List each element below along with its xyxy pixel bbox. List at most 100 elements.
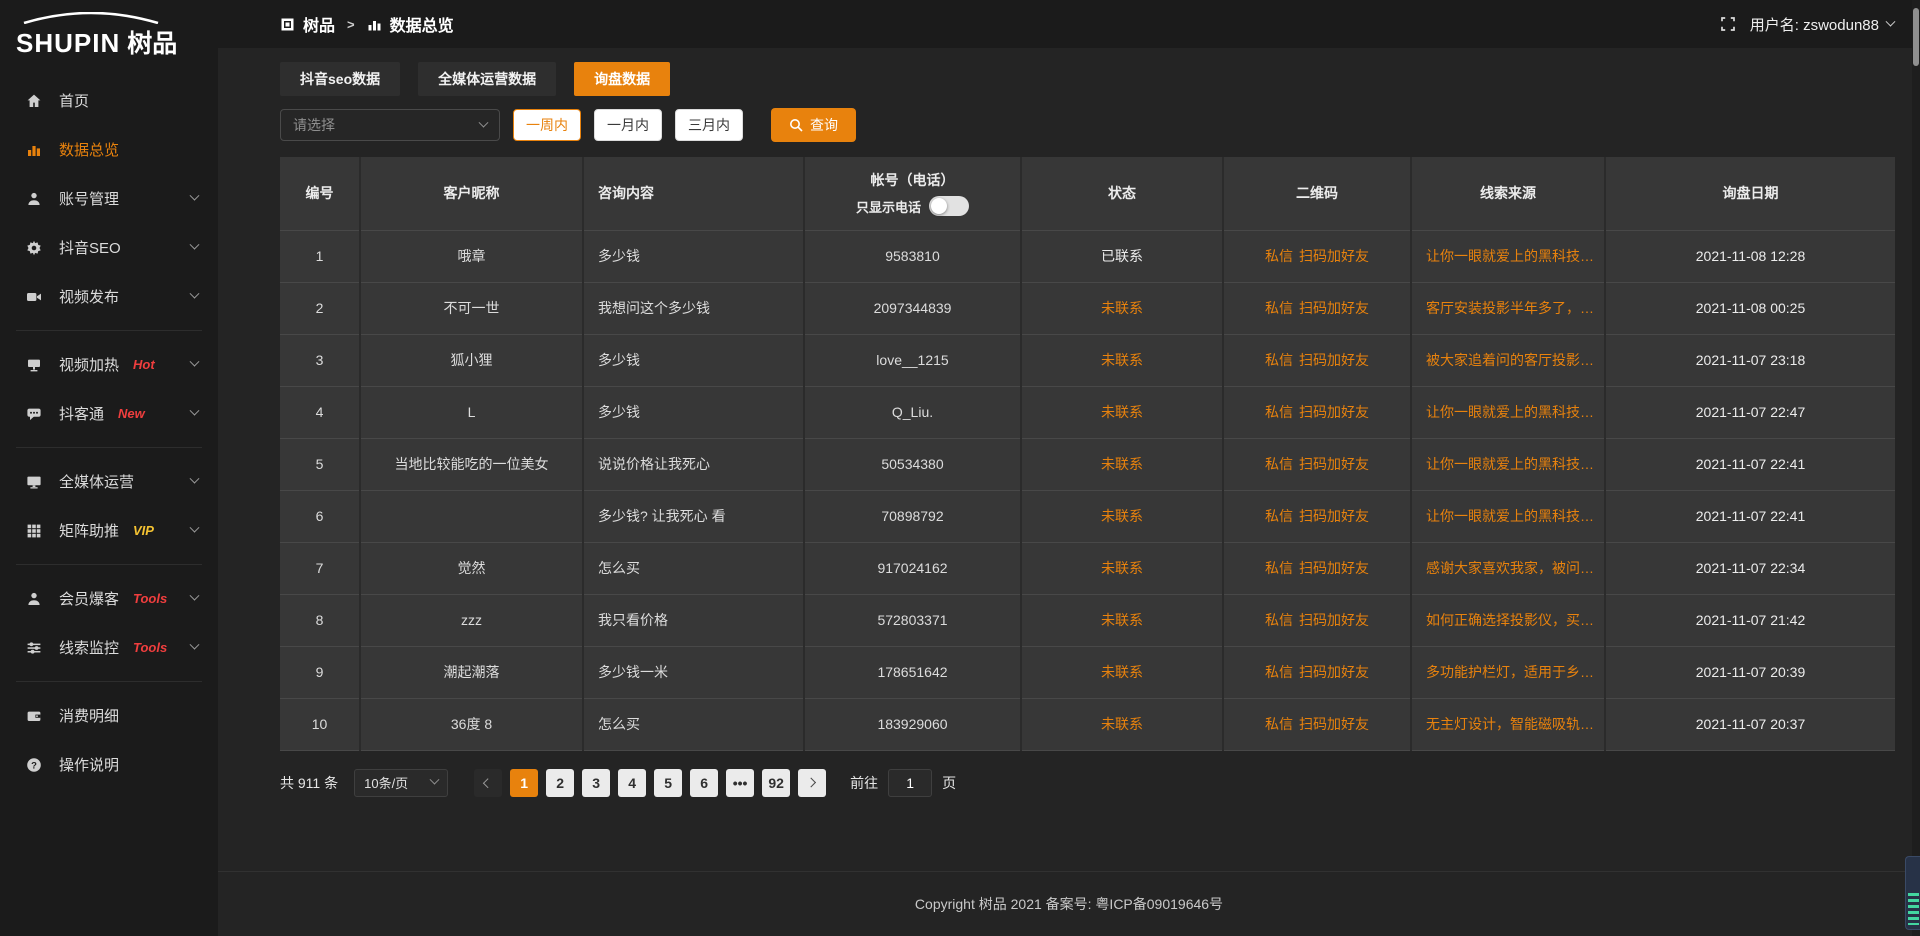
lead-source[interactable]: 让你一眼就爱上的黑科技，能... bbox=[1411, 230, 1605, 282]
qr-link[interactable]: 扫码加好友 bbox=[1299, 300, 1369, 316]
sidebar-item-home[interactable]: 首页 bbox=[0, 76, 218, 125]
qr-link[interactable]: 私信 bbox=[1265, 612, 1293, 628]
qr-link[interactable]: 扫码加好友 bbox=[1299, 716, 1369, 732]
sidebar-item-user[interactable]: 账号管理 bbox=[0, 174, 218, 223]
range-button[interactable]: 一月内 bbox=[594, 109, 662, 141]
inquiry-date: 2021-11-07 22:34 bbox=[1605, 542, 1895, 594]
video-camera-icon bbox=[26, 289, 44, 305]
status-badge: 未联系 bbox=[1021, 282, 1223, 334]
lead-source[interactable]: 无主灯设计，智能磁吸轨道灯... bbox=[1411, 698, 1605, 750]
bar-chart-icon bbox=[26, 142, 44, 158]
sidebar-item-label: 视频加热 bbox=[59, 354, 119, 375]
page-button[interactable]: 6 bbox=[690, 769, 718, 797]
qr-link[interactable]: 扫码加好友 bbox=[1299, 352, 1369, 368]
sidebar-item-video-camera[interactable]: 视频发布 bbox=[0, 272, 218, 321]
next-page-button[interactable] bbox=[798, 769, 826, 797]
query-button[interactable]: 查询 bbox=[771, 108, 856, 142]
sidebar-item-member[interactable]: 会员爆客Tools bbox=[0, 574, 218, 623]
tab-active[interactable]: 询盘数据 bbox=[574, 62, 670, 96]
qr-link[interactable]: 私信 bbox=[1265, 404, 1293, 420]
sidebar-item-gear[interactable]: 抖音SEO bbox=[0, 223, 218, 272]
qr-link[interactable]: 扫码加好友 bbox=[1299, 508, 1369, 524]
lead-source[interactable]: 客厅安装投影半年多了，真实... bbox=[1411, 282, 1605, 334]
inquiry-date: 2021-11-07 23:18 bbox=[1605, 334, 1895, 386]
sidebar-item-label: 抖客通 bbox=[59, 403, 104, 424]
range-button[interactable]: 一周内 bbox=[513, 109, 581, 141]
row-id: 3 bbox=[280, 334, 360, 386]
user-menu[interactable]: 用户名: zswodun88 bbox=[1750, 14, 1894, 35]
qr-link[interactable]: 扫码加好友 bbox=[1299, 248, 1369, 264]
floating-widget[interactable] bbox=[1905, 856, 1920, 930]
qr-actions: 私信扫码加好友 bbox=[1223, 542, 1411, 594]
table-row: 9潮起潮落多少钱一米178651642未联系私信扫码加好友多功能护栏灯，适用于乡… bbox=[280, 646, 1895, 698]
screen-cast-icon bbox=[26, 357, 44, 373]
fullscreen-icon[interactable] bbox=[1720, 16, 1736, 32]
qr-link[interactable]: 扫码加好友 bbox=[1299, 404, 1369, 420]
lead-source[interactable]: 让你一眼就爱上的黑科技，能... bbox=[1411, 490, 1605, 542]
page-button[interactable]: 1 bbox=[510, 769, 538, 797]
qr-link[interactable]: 私信 bbox=[1265, 248, 1293, 264]
lead-source[interactable]: 让你一眼就爱上的黑科技，能... bbox=[1411, 386, 1605, 438]
qr-link[interactable]: 扫码加好友 bbox=[1299, 612, 1369, 628]
qr-link[interactable]: 私信 bbox=[1265, 664, 1293, 680]
qr-link[interactable]: 扫码加好友 bbox=[1299, 560, 1369, 576]
breadcrumb-root[interactable]: 树品 bbox=[303, 12, 335, 36]
page-size-select[interactable]: 10条/页 bbox=[354, 769, 448, 797]
qr-link[interactable]: 扫码加好友 bbox=[1299, 664, 1369, 680]
sidebar-item-bar-chart[interactable]: 数据总览 bbox=[0, 125, 218, 174]
page-button[interactable]: 2 bbox=[546, 769, 574, 797]
lead-source[interactable]: 被大家追着问的客厅投影分享... bbox=[1411, 334, 1605, 386]
tab-inactive[interactable]: 抖音seo数据 bbox=[280, 62, 400, 96]
sidebar-item-monitor[interactable]: 全媒体运营 bbox=[0, 457, 218, 506]
qr-link[interactable]: 私信 bbox=[1265, 716, 1293, 732]
logo-arc bbox=[16, 12, 166, 24]
column-header-account: 帐号（电话） 只显示电话 bbox=[804, 157, 1021, 230]
inquiry-content: 怎么买 bbox=[583, 698, 804, 750]
sidebar-item-wallet[interactable]: 消费明细 bbox=[0, 691, 218, 740]
customer-nickname bbox=[360, 490, 583, 542]
sidebar-item-screen-cast[interactable]: 视频加热Hot bbox=[0, 340, 218, 389]
goto-page-input[interactable] bbox=[888, 769, 932, 797]
sidebar-item-sliders[interactable]: 线索监控Tools bbox=[0, 623, 218, 672]
qr-link[interactable]: 私信 bbox=[1265, 560, 1293, 576]
status-badge: 未联系 bbox=[1021, 646, 1223, 698]
qr-actions: 私信扫码加好友 bbox=[1223, 334, 1411, 386]
sidebar-item-chat[interactable]: 抖客通 New bbox=[0, 389, 218, 438]
user-icon bbox=[26, 191, 44, 207]
inquiry-content: 多少钱? 让我死心 看 bbox=[583, 490, 804, 542]
inquiry-table: 编号 客户昵称 咨询内容 帐号（电话） 只显示电话 状态 bbox=[280, 157, 1895, 751]
phone-only-toggle[interactable] bbox=[929, 196, 969, 216]
scrollbar-thumb[interactable] bbox=[1913, 8, 1919, 66]
column-header-source: 线索来源 bbox=[1411, 157, 1605, 230]
qr-link[interactable]: 私信 bbox=[1265, 508, 1293, 524]
lead-source[interactable]: 多功能护栏灯，适用于乡村文... bbox=[1411, 646, 1605, 698]
sidebar-item-question[interactable]: ?操作说明 bbox=[0, 740, 218, 789]
lead-source[interactable]: 让你一眼就爱上的黑科技，能... bbox=[1411, 438, 1605, 490]
lead-source[interactable]: 如何正确选择投影仪，买投影... bbox=[1411, 594, 1605, 646]
topbar: 树品 > 数据总览 用户名: zswodun88 bbox=[218, 0, 1920, 48]
divider bbox=[16, 447, 202, 448]
page-button[interactable]: 4 bbox=[618, 769, 646, 797]
row-id: 9 bbox=[280, 646, 360, 698]
prev-page-button[interactable] bbox=[474, 769, 502, 797]
qr-link[interactable]: 私信 bbox=[1265, 300, 1293, 316]
qr-link[interactable]: 私信 bbox=[1265, 352, 1293, 368]
range-button[interactable]: 三月内 bbox=[675, 109, 743, 141]
tab-inactive[interactable]: 全媒体运营数据 bbox=[418, 62, 556, 96]
qr-link[interactable]: 扫码加好友 bbox=[1299, 456, 1369, 472]
filter-select[interactable]: 请选择 bbox=[280, 109, 500, 141]
wallet-icon bbox=[26, 708, 44, 724]
app-root: SHUPIN 树品 首页数据总览账号管理抖音SEO视频发布视频加热Hot抖客通N… bbox=[0, 0, 1920, 936]
page-ellipsis[interactable]: ••• bbox=[726, 769, 754, 797]
page-button[interactable]: 5 bbox=[654, 769, 682, 797]
breadcrumb-root-icon bbox=[280, 17, 295, 32]
sidebar-item-badge: New bbox=[118, 406, 145, 421]
inquiry-content: 多少钱 bbox=[583, 386, 804, 438]
page-button[interactable]: 3 bbox=[582, 769, 610, 797]
page-button[interactable]: 92 bbox=[762, 769, 790, 797]
main-area: 树品 > 数据总览 用户名: zswodun88 抖音seo数据全媒体运营数据询… bbox=[218, 0, 1920, 936]
inquiry-content: 多少钱 bbox=[583, 230, 804, 282]
qr-link[interactable]: 私信 bbox=[1265, 456, 1293, 472]
sidebar-item-grid[interactable]: 矩阵助推VIP bbox=[0, 506, 218, 555]
lead-source[interactable]: 感谢大家喜欢我家，被问了好... bbox=[1411, 542, 1605, 594]
